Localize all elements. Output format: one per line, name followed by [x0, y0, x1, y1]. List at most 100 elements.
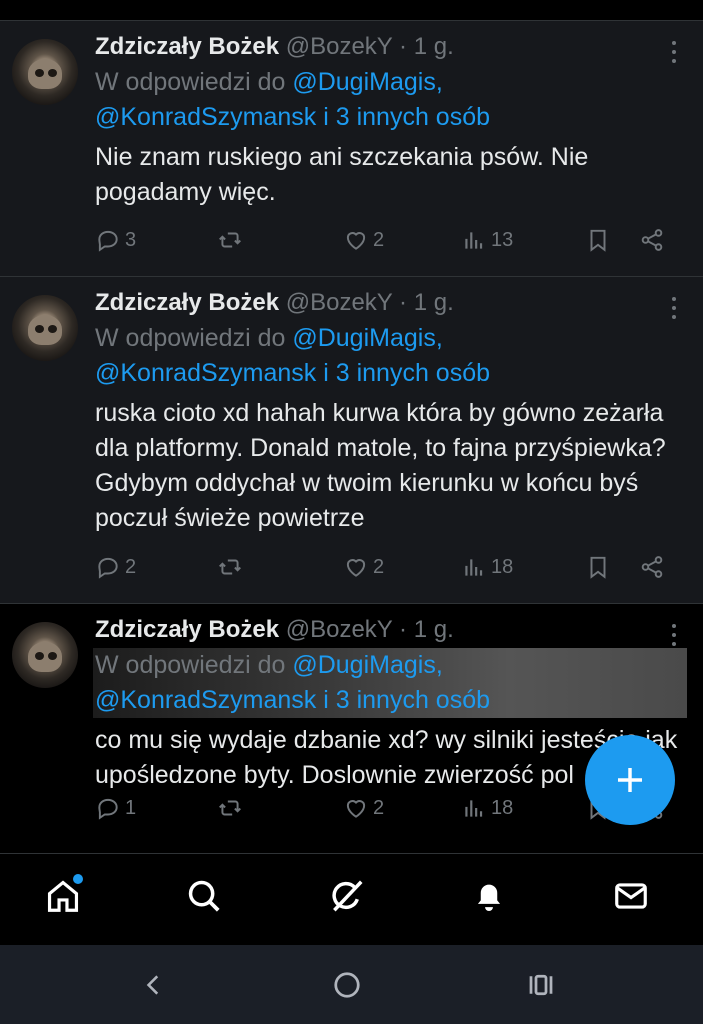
retweet-icon — [219, 800, 241, 816]
more-icon[interactable] — [671, 297, 677, 319]
reply-mention-link[interactable]: @DugiMagis, — [292, 651, 442, 679]
views-icon — [465, 559, 483, 576]
reply-context: W odpowiedzi do @DugiMagis, @KonradSzyma… — [95, 65, 683, 135]
tweet-actions: 3 2 13 — [95, 227, 675, 257]
reply-count: 1 — [125, 796, 137, 819]
views-icon — [465, 800, 483, 817]
reply-mention-link[interactable]: @DugiMagis, — [292, 324, 442, 352]
nav-grok[interactable] — [327, 876, 367, 916]
author-name[interactable]: Zdziczały Bożek — [95, 33, 279, 60]
author-handle[interactable]: @BozekY — [286, 33, 393, 60]
notification-dot — [73, 874, 83, 884]
skull-image — [28, 59, 62, 89]
heart-icon — [346, 232, 366, 250]
view-count: 18 — [491, 555, 514, 578]
reply-count: 2 — [125, 555, 137, 578]
reply-button[interactable]: 3 — [95, 227, 136, 253]
view-count: 18 — [491, 796, 514, 819]
system-recents-button[interactable] — [521, 965, 561, 1005]
views-button[interactable]: 13 — [461, 227, 513, 253]
skull-image — [28, 642, 62, 672]
retweet-button[interactable] — [217, 554, 243, 580]
reply-others-link[interactable]: @KonradSzymansk i 3 innych osób — [95, 103, 490, 131]
comment-icon — [98, 557, 118, 579]
separator: · — [399, 33, 408, 60]
views-button[interactable]: 18 — [461, 795, 513, 821]
separator: · — [399, 616, 408, 643]
reply-count: 3 — [125, 228, 137, 251]
retweet-button[interactable] — [217, 227, 243, 253]
bookmark-button[interactable] — [585, 227, 611, 253]
comment-icon — [98, 230, 118, 252]
search-icon — [188, 880, 220, 912]
reply-prefix: W odpowiedzi do — [95, 651, 286, 679]
tweet-actions: 1 2 18 — [95, 795, 675, 825]
author-name[interactable]: Zdziczały Bożek — [95, 289, 279, 316]
retweet-button[interactable] — [217, 795, 243, 821]
back-icon — [146, 975, 159, 995]
reply-button[interactable]: 2 — [95, 554, 136, 580]
avatar[interactable] — [12, 39, 78, 105]
grok-icon — [332, 880, 363, 912]
tweet-header: Zdziczały Bożek @BozekY · 1 g. — [95, 31, 683, 63]
nav-notifications[interactable] — [469, 876, 509, 916]
nav-search[interactable] — [184, 876, 224, 916]
like-count: 2 — [373, 228, 385, 251]
timestamp[interactable]: 1 g. — [414, 33, 454, 60]
notifications-icon — [477, 884, 501, 912]
bookmark-button[interactable] — [585, 554, 611, 580]
tweet-actions: 2 2 18 — [95, 554, 675, 584]
timestamp[interactable]: 1 g. — [414, 616, 454, 643]
share-button[interactable] — [639, 554, 665, 580]
avatar[interactable] — [12, 622, 78, 688]
like-button[interactable]: 2 — [343, 795, 384, 821]
heart-icon — [346, 800, 366, 818]
heart-icon — [346, 559, 366, 577]
nav-home[interactable] — [43, 874, 83, 916]
avatar[interactable] — [12, 295, 78, 361]
reply-others-link[interactable]: @KonradSzymansk i 3 innych osób — [95, 359, 490, 387]
share-button[interactable] — [639, 227, 665, 253]
author-name[interactable]: Zdziczały Bożek — [95, 616, 279, 643]
system-back-button[interactable] — [134, 965, 174, 1005]
tweet-text: ruska cioto xd hahah kurwa która by gówn… — [95, 399, 666, 532]
messages-icon — [615, 883, 647, 909]
like-button[interactable]: 2 — [343, 227, 384, 253]
tweet[interactable]: Zdziczały Bożek @BozekY · 1 g. W odpowie… — [0, 276, 703, 603]
reply-prefix: W odpowiedzi do — [95, 324, 286, 352]
plus-icon — [618, 768, 642, 792]
reply-mention-link[interactable]: @DugiMagis, — [292, 68, 442, 96]
separator: · — [399, 289, 408, 316]
share-icon — [641, 229, 663, 251]
nav-messages[interactable] — [611, 876, 651, 916]
share-icon — [641, 556, 663, 578]
view-count: 13 — [491, 228, 514, 251]
reply-context: W odpowiedzi do @DugiMagis, @KonradSzyma… — [95, 321, 683, 391]
views-button[interactable]: 18 — [461, 554, 513, 580]
reply-others-link[interactable]: @KonradSzymansk i 3 innych osób — [95, 686, 490, 714]
tweet[interactable]: Zdziczały Bożek @BozekY · 1 g. W odpowie… — [0, 603, 703, 853]
recents-icon — [529, 974, 553, 996]
home-circle-icon — [334, 972, 360, 998]
views-icon — [465, 232, 483, 249]
author-handle[interactable]: @BozekY — [286, 289, 393, 316]
author-handle[interactable]: @BozekY — [286, 616, 393, 643]
bottom-nav — [0, 853, 703, 946]
reply-button[interactable]: 1 — [95, 795, 136, 821]
bookmark-icon — [590, 229, 606, 252]
tweet[interactable]: Zdziczały Bożek @BozekY · 1 g. W odpowie… — [0, 20, 703, 276]
tweet-feed: Zdziczały Bożek @BozekY · 1 g. W odpowie… — [0, 20, 703, 853]
retweet-icon — [219, 559, 241, 575]
system-nav-bar — [0, 945, 703, 1024]
status-bar — [0, 0, 703, 20]
more-icon[interactable] — [671, 41, 677, 63]
timestamp[interactable]: 1 g. — [414, 289, 454, 316]
tweet-text: Nie znam ruskiego ani szczekania psów. N… — [95, 143, 589, 206]
like-count: 2 — [373, 555, 385, 578]
system-home-button[interactable] — [327, 965, 367, 1005]
comment-icon — [98, 798, 118, 820]
compose-button[interactable] — [585, 735, 675, 825]
more-icon[interactable] — [671, 624, 677, 646]
like-button[interactable]: 2 — [343, 554, 384, 580]
skull-image — [28, 315, 62, 345]
